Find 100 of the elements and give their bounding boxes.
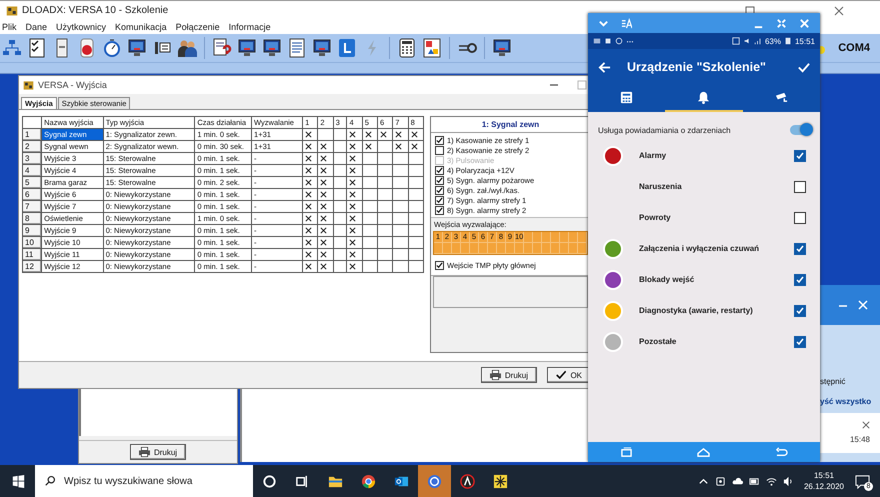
cross-icon — [349, 215, 356, 222]
port-label: COM4 — [838, 42, 870, 54]
event-label: Blokady wejść — [639, 275, 696, 284]
help-document-icon[interactable] — [212, 38, 232, 58]
app-icon — [6, 4, 18, 16]
taskbar-date[interactable]: 26.12.2020 — [804, 481, 844, 492]
checkbox[interactable] — [794, 304, 806, 316]
menu-item[interactable]: Komunikacja — [115, 22, 167, 32]
checkbox[interactable] — [794, 336, 806, 348]
row-header[interactable]: 1 — [22, 128, 42, 140]
row-header[interactable]: 5 — [22, 176, 42, 188]
cross-icon — [305, 215, 312, 222]
toggle-switch[interactable] — [790, 125, 810, 135]
search-field[interactable]: Wpisz tu wyszukiwane słowa — [35, 465, 253, 497]
monitor-icon[interactable] — [262, 38, 282, 58]
print-button[interactable]: Drukuj — [480, 367, 537, 383]
monitor-icon[interactable] — [237, 38, 257, 58]
setting-label: Usługa powiadamiania o zdarzeniach — [598, 126, 731, 134]
row-header[interactable]: 2 — [22, 140, 42, 152]
checkbox[interactable] — [794, 274, 806, 286]
row-header[interactable]: 3 — [22, 152, 42, 164]
close-icon[interactable] — [834, 6, 844, 16]
checkbox[interactable] — [794, 150, 806, 162]
row-header[interactable]: 12 — [22, 260, 42, 272]
home-icon[interactable] — [697, 446, 710, 458]
printer-icon — [138, 447, 150, 457]
row-header[interactable]: 7 — [22, 200, 42, 212]
recent-apps-icon[interactable] — [620, 446, 634, 458]
menu-item[interactable]: Połączenie — [176, 22, 220, 32]
monitor-icon[interactable] — [312, 38, 332, 58]
event-label: Naruszenia — [639, 182, 683, 191]
event-label: Pozostałe — [639, 337, 678, 346]
ok-button[interactable]: OK — [547, 367, 591, 383]
checkbox[interactable] — [794, 212, 806, 224]
monitor-icon[interactable] — [492, 38, 512, 58]
cloud-icon[interactable] — [732, 476, 743, 486]
cross-icon — [320, 179, 328, 186]
row-header[interactable]: 10 — [22, 236, 42, 248]
row-header[interactable]: 6 — [22, 188, 42, 200]
event-label: Diagnostyka (awarie, restarty) — [639, 306, 754, 315]
row-header[interactable]: 11 — [22, 248, 42, 260]
cross-icon — [364, 143, 372, 150]
row-header[interactable]: 8 — [22, 212, 42, 224]
task-view-icon — [295, 474, 310, 488]
users-icon[interactable] — [177, 38, 197, 58]
checkbox[interactable] — [435, 176, 444, 184]
document-icon[interactable] — [287, 38, 307, 58]
battery-icon[interactable] — [748, 476, 760, 486]
shapes-document-icon[interactable] — [422, 38, 442, 58]
menu-item[interactable]: Informacje — [228, 22, 271, 32]
cross-icon — [305, 239, 312, 246]
search-icon — [45, 475, 56, 486]
network-icon[interactable] — [2, 38, 22, 58]
checkbox[interactable] — [435, 206, 444, 214]
cross-icon — [320, 239, 328, 246]
row-header[interactable]: 9 — [22, 224, 42, 236]
stopwatch-icon[interactable] — [102, 38, 122, 58]
back-icon[interactable] — [774, 446, 788, 458]
checkbox[interactable] — [435, 260, 444, 270]
clear-all-link[interactable]: yść wszystko — [820, 397, 880, 406]
speech-bubble-icon — [854, 474, 870, 488]
cross-icon — [349, 239, 356, 246]
check-icon[interactable] — [797, 60, 810, 74]
cross-icon — [320, 251, 328, 258]
clock: 15:51 — [794, 36, 815, 46]
menu-item[interactable]: Użytkownicy — [56, 22, 106, 32]
checkbox[interactable] — [435, 196, 444, 204]
window-title: VERSA - Wyjścia — [38, 80, 107, 90]
monitor-icon[interactable] — [127, 38, 147, 58]
checklist-icon[interactable] — [27, 38, 47, 58]
checkbox[interactable] — [435, 136, 444, 144]
wifi-icon[interactable] — [766, 476, 777, 486]
print-button[interactable]: Drukuj — [130, 444, 186, 460]
checkbox[interactable] — [794, 180, 806, 192]
checkbox[interactable] — [435, 146, 444, 154]
close-icon[interactable] — [862, 421, 870, 429]
checkbox[interactable] — [435, 186, 444, 194]
windows-logo-icon[interactable] — [12, 474, 25, 488]
cross-icon — [320, 227, 328, 234]
checkbox[interactable] — [794, 242, 806, 254]
checkbox[interactable] — [435, 166, 444, 174]
keypad-icon[interactable] — [397, 38, 417, 58]
cross-icon — [305, 167, 312, 174]
taskbar-time[interactable]: 15:51 — [814, 470, 834, 481]
fullscreen-icon[interactable] — [776, 18, 787, 28]
snowflake-icon — [493, 474, 508, 488]
row-header[interactable]: 4 — [22, 164, 42, 176]
cross-icon — [320, 167, 328, 174]
cross-icon — [349, 179, 356, 186]
square-icon — [604, 37, 612, 45]
speaker-icon[interactable] — [782, 476, 794, 486]
menu-item[interactable]: Plik — [2, 22, 17, 32]
cross-icon — [349, 203, 356, 210]
details-title: 1: Sygnal zewn — [431, 117, 590, 133]
notification-text: stępnić — [820, 377, 846, 386]
bell-icon — [697, 91, 710, 104]
cross-icon — [349, 191, 356, 198]
menu-item[interactable]: Dane — [26, 22, 48, 32]
cross-icon — [410, 131, 418, 138]
back-arrow-icon[interactable] — [598, 60, 611, 74]
